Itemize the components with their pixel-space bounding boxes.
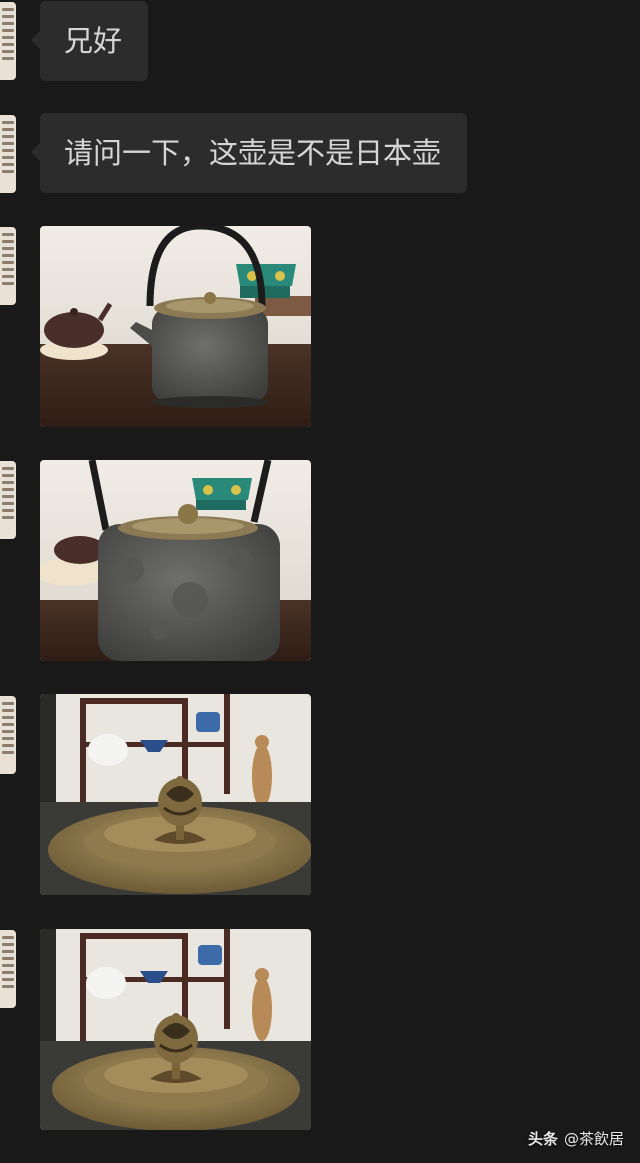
photo-teapot-lid-knob[interactable] <box>40 694 311 895</box>
message-text: 兄好 <box>64 24 123 58</box>
message-bubble[interactable]: 请问一下，这壶是不是日本壶 <box>30 113 468 193</box>
photo-iron-teapot-closeup[interactable] <box>40 460 311 661</box>
sender-avatar[interactable] <box>0 115 16 193</box>
sender-avatar[interactable] <box>0 696 16 774</box>
sender-avatar[interactable] <box>0 227 16 305</box>
message-bubble[interactable]: 兄好 <box>30 1 149 81</box>
watermark-brand: 头条 <box>527 1130 558 1148</box>
chat-thread: 兄好 请问一下，这壶是不是日本壶 头条 @茶飲居 <box>0 0 640 1163</box>
sender-avatar[interactable] <box>0 461 16 539</box>
message-text: 请问一下，这壶是不是日本壶 <box>64 136 442 170</box>
watermark-account: @茶飲居 <box>563 1130 624 1148</box>
watermark: 头条 @茶飲居 <box>528 1128 624 1149</box>
photo-teapot-lid-knob-closeup[interactable] <box>40 929 311 1130</box>
sender-avatar[interactable] <box>0 930 16 1008</box>
photo-iron-teapot[interactable] <box>40 226 311 427</box>
sender-avatar[interactable] <box>0 2 16 80</box>
